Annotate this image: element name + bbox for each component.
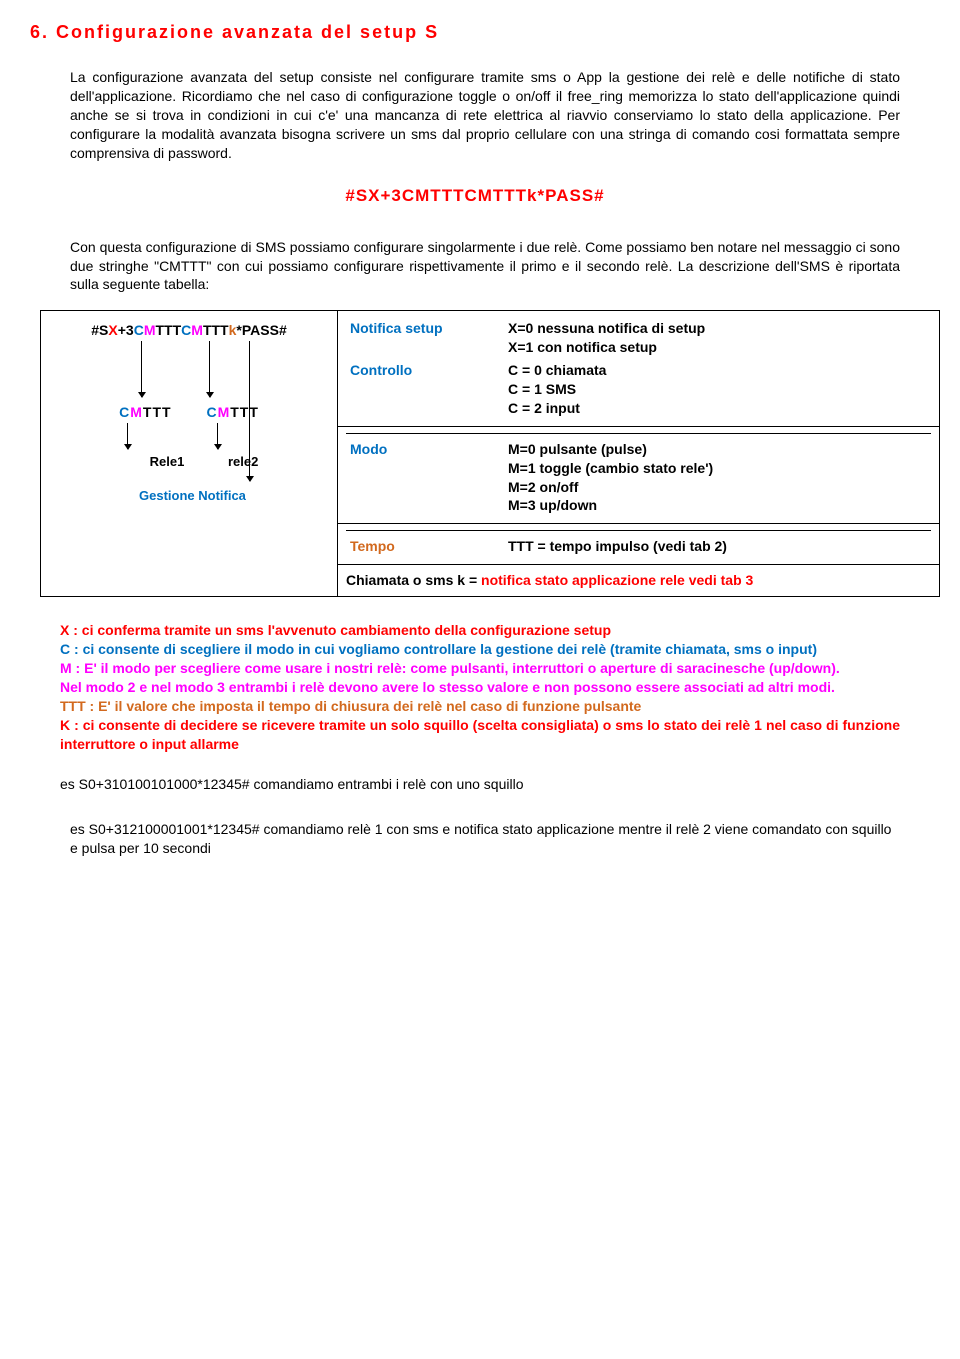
after-paragraph: Con questa configurazione di SMS possiam… xyxy=(70,238,900,295)
legend-block: X : ci conferma tramite un sms l'avvenut… xyxy=(60,621,900,753)
sms-diagram: #SX+3CMTTTCMTTTk*PASS# CMTTT CMTTT Rele1… xyxy=(49,317,329,547)
section-title: 6. Configurazione avanzata del setup S xyxy=(30,20,920,44)
example-2: es S0+312100001001*12345# comandiamo rel… xyxy=(70,820,900,858)
controllo-value: C = 0 chiamata C = 1 SMS C = 2 input xyxy=(504,359,931,420)
example-1: es S0+310100101000*12345# comandiamo ent… xyxy=(60,775,900,794)
command-string: #SX+3CMTTTCMTTTk*PASS# xyxy=(30,185,920,208)
tempo-value: TTT = tempo impulso (vedi tab 2) xyxy=(504,531,931,558)
notifica-value: X=0 nessuna notifica di setup X=1 con no… xyxy=(504,317,931,359)
diagram-cmttt-row: CMTTT CMTTT xyxy=(49,403,329,422)
controllo-label: Controllo xyxy=(346,359,504,420)
modo-label: Modo xyxy=(346,433,504,517)
notifica-label: Notifica setup xyxy=(346,317,504,359)
chiamata-row: Chiamata o sms k = notifica stato applic… xyxy=(338,565,940,597)
config-table: #SX+3CMTTTCMTTTk*PASS# CMTTT CMTTT Rele1… xyxy=(40,310,940,597)
diagram-top-string: #SX+3CMTTTCMTTTk*PASS# xyxy=(49,321,329,340)
intro-paragraph: La configurazione avanzata del setup con… xyxy=(70,68,900,162)
tempo-label: Tempo xyxy=(346,531,504,558)
modo-value: M=0 pulsante (pulse) M=1 toggle (cambio … xyxy=(504,433,931,517)
diagram-gestione-label: Gestione Notifica xyxy=(139,487,246,505)
diagram-rele-row: Rele1 rele2 xyxy=(49,453,329,471)
